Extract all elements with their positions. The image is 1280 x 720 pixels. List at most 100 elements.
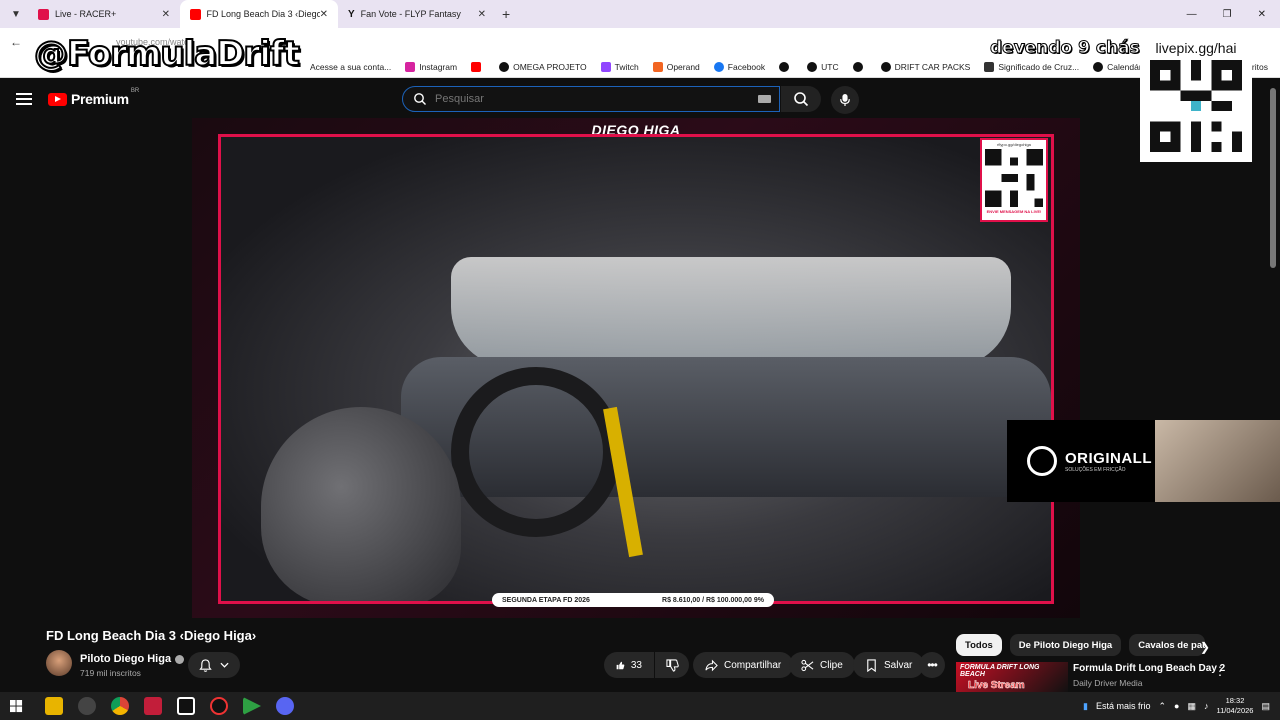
new-tab-icon[interactable]: + xyxy=(502,6,510,22)
windshield-scene xyxy=(451,257,1011,367)
recommended-title[interactable]: Formula Drift Long Beach Day 2 xyxy=(1073,663,1225,674)
globe-icon xyxy=(880,61,891,72)
brake-parts-image xyxy=(1155,420,1280,502)
bookmark-drift-packs[interactable]: DRIFT CAR PACKS xyxy=(880,61,970,72)
qr-code-icon xyxy=(1150,60,1242,152)
chrome-icon[interactable] xyxy=(111,697,129,715)
recommended-video[interactable]: FORMULA DRIFT LONG BEACH Live Stream For… xyxy=(956,662,1256,692)
tab-flyp[interactable]: Y Fan Vote - FLYP Fantasy ✕ xyxy=(338,0,496,28)
bell-icon xyxy=(199,658,212,672)
dictionary-icon xyxy=(984,61,995,72)
chip-all[interactable]: Todos xyxy=(956,634,1002,656)
channel-row: Piloto Diego Higa 719 mil inscritos 33 C… xyxy=(46,648,946,682)
facebook-icon xyxy=(713,61,724,72)
formula-drift-handle: @FormulaDrift xyxy=(33,33,301,75)
close-tab-icon[interactable]: ✕ xyxy=(478,9,486,20)
save-button[interactable]: Salvar xyxy=(853,652,925,678)
menu-icon[interactable] xyxy=(16,93,32,105)
bookmark-facebook[interactable]: Facebook xyxy=(713,61,765,72)
browser-tabbar: ▼ Live - RACER+ ✕ FD Long Beach Dia 3 ‹D… xyxy=(0,0,1280,28)
voice-search-button[interactable] xyxy=(831,86,859,114)
tab-youtube[interactable]: FD Long Beach Dia 3 ‹Diego Hig ✕ xyxy=(180,0,338,28)
omega-icon xyxy=(499,61,510,72)
tab-search-button[interactable]: ▼ xyxy=(4,4,28,24)
bookmark-omega[interactable]: OMEGA PROJETO xyxy=(499,61,587,72)
weather-status[interactable]: Está mais frio xyxy=(1096,701,1151,711)
chip-channel[interactable]: De Piloto Diego Higa xyxy=(1009,634,1122,656)
tab-racer[interactable]: Live - RACER+ ✕ xyxy=(28,0,180,28)
bookmark-conta[interactable]: Acesse a sua conta... xyxy=(310,62,391,72)
bookmark-operand[interactable]: Operand xyxy=(652,61,700,72)
globe-icon xyxy=(852,61,863,72)
video-frame xyxy=(218,134,1054,604)
page-scrollbar[interactable] xyxy=(1270,88,1276,268)
bookmark-globe[interactable] xyxy=(779,61,793,72)
restore-icon[interactable]: ❐ xyxy=(1223,9,1232,20)
youtube-icon xyxy=(471,61,482,72)
bookmark-globe-2[interactable] xyxy=(852,61,867,72)
settings-gear-icon[interactable] xyxy=(78,697,96,715)
microphone-icon xyxy=(840,94,850,106)
chevron-right-icon[interactable]: ❯ xyxy=(1200,640,1210,654)
volume-icon[interactable]: ♪ xyxy=(1204,701,1209,711)
chevron-up-icon[interactable]: ⌃ xyxy=(1159,701,1167,712)
notification-icon[interactable]: ▤ xyxy=(1261,701,1270,712)
bookmark-instagram[interactable]: Instagram xyxy=(405,61,457,72)
recorder-icon[interactable] xyxy=(210,697,228,715)
bookmark-youtube[interactable] xyxy=(471,61,485,72)
more-actions-button[interactable]: ••• xyxy=(919,652,945,678)
bookmark-utc[interactable]: UTC xyxy=(807,61,839,72)
search-icon xyxy=(794,92,809,107)
youtube-header: Premium BR xyxy=(0,78,1280,120)
back-arrow-icon[interactable]: ← xyxy=(10,35,26,49)
windows-taskbar: ▮ Está mais frio ⌃ ● ▦ ♪ 18:32 11/04/202… xyxy=(0,692,1280,720)
streaming-app-icon[interactable] xyxy=(177,697,195,715)
related-chips: Todos De Piloto Diego Higa Cavalos de pa… xyxy=(956,634,1206,656)
search-input[interactable] xyxy=(435,93,735,105)
close-tab-icon[interactable]: ✕ xyxy=(320,9,328,20)
recommended-thumbnail[interactable]: FORMULA DRIFT LONG BEACH Live Stream xyxy=(956,662,1068,692)
search-button[interactable] xyxy=(781,86,821,112)
keyboard-icon[interactable] xyxy=(758,95,771,103)
instagram-icon xyxy=(405,61,416,72)
microphone-icon[interactable]: ● xyxy=(1174,701,1179,711)
globe-icon xyxy=(779,61,790,72)
like-button[interactable]: 33 xyxy=(604,652,654,678)
dislike-button[interactable] xyxy=(655,652,689,678)
minimize-icon[interactable]: — xyxy=(1187,9,1197,20)
notification-bell-button[interactable] xyxy=(188,652,240,678)
close-tab-icon[interactable]: ✕ xyxy=(162,9,170,20)
network-icon[interactable]: ▦ xyxy=(1187,701,1196,712)
bookmark-significado[interactable]: Significado de Cruz... xyxy=(984,61,1079,72)
youtube-logo[interactable]: Premium BR xyxy=(48,88,139,107)
more-horizontal-icon: ••• xyxy=(927,658,938,672)
channel-avatar[interactable] xyxy=(46,650,72,676)
file-explorer-icon[interactable] xyxy=(45,697,63,715)
flyp-favicon-icon: Y xyxy=(348,8,355,20)
driver-glove-scene xyxy=(261,407,461,601)
youtube-play-icon xyxy=(48,92,67,106)
play-app-icon[interactable] xyxy=(243,697,261,715)
close-window-icon[interactable]: ✕ xyxy=(1258,9,1266,20)
share-button[interactable]: Compartilhar xyxy=(693,652,794,678)
operand-icon xyxy=(652,61,663,72)
recommended-channel[interactable]: Daily Driver Media xyxy=(1073,678,1142,688)
search-box[interactable] xyxy=(402,86,780,112)
clock[interactable]: 18:32 11/04/2026 xyxy=(1217,696,1254,716)
clip-button[interactable]: Clipe xyxy=(789,652,855,678)
livepix-qr-panel: livepix.gg/hai xyxy=(1140,38,1252,162)
channel-name[interactable]: Piloto Diego Higa xyxy=(80,653,185,665)
globe-icon xyxy=(1093,61,1104,72)
window-controls: — ❐ ✕ xyxy=(1187,9,1280,20)
sponsor-banner: ORIGINALL SOLUÇÕES EM FRICÇÃO xyxy=(1007,420,1280,502)
video-player[interactable]: DIEGO HIGA rflypo.gg/diegohiga ENVIE MEN… xyxy=(192,118,1080,618)
chevron-down-icon xyxy=(220,662,229,668)
chip-cavalos[interactable]: Cavalos de pau xyxy=(1129,634,1206,656)
windows-start-icon[interactable] xyxy=(10,699,23,713)
bookmark-twitch[interactable]: Twitch xyxy=(600,61,639,72)
more-vertical-icon[interactable]: ⋮ xyxy=(1214,664,1226,678)
save-playlist-icon xyxy=(867,658,876,672)
share-icon xyxy=(705,659,718,671)
racing-app-icon[interactable] xyxy=(144,697,162,715)
discord-icon[interactable] xyxy=(276,697,294,715)
